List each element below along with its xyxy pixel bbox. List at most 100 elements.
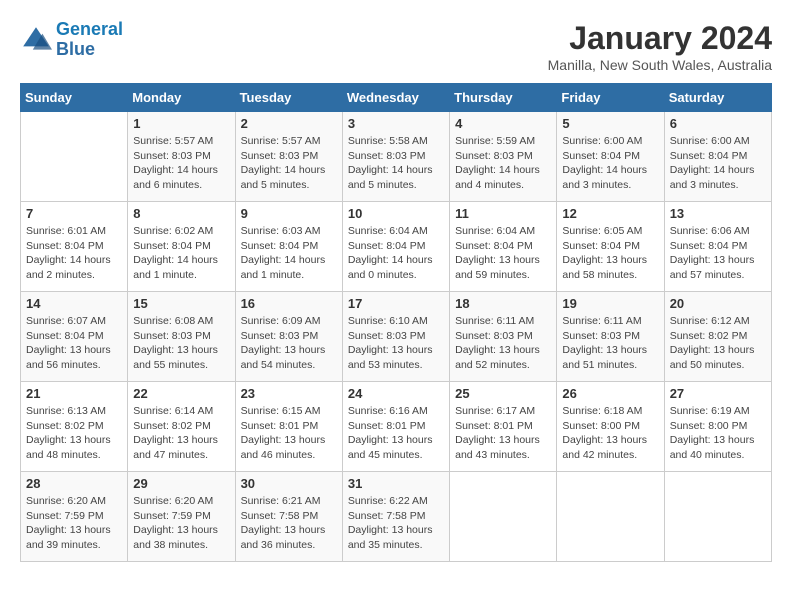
- header-thursday: Thursday: [450, 84, 557, 112]
- day-number: 2: [241, 116, 337, 131]
- calendar-header-row: SundayMondayTuesdayWednesdayThursdayFrid…: [21, 84, 772, 112]
- calendar-day: 18 Sunrise: 6:11 AM Sunset: 8:03 PM Dayli…: [450, 292, 557, 382]
- day-info: Sunrise: 6:22 AM Sunset: 7:58 PM Dayligh…: [348, 494, 444, 553]
- day-info: Sunrise: 6:04 AM Sunset: 8:04 PM Dayligh…: [348, 224, 444, 283]
- calendar-day: 8Sunrise: 6:02 AM Sunset: 8:04 PM Daylig…: [128, 202, 235, 292]
- calendar-day: 7 Sunrise: 6:01 AM Sunset: 8:04 PM Daylig…: [21, 202, 128, 292]
- calendar-week-row: 28 Sunrise: 6:20 AM Sunset: 7:59 PM Dayli…: [21, 472, 772, 562]
- day-info: Sunrise: 6:03 AM Sunset: 8:04 PM Dayligh…: [241, 224, 337, 283]
- day-number: 3: [348, 116, 444, 131]
- day-info: Sunrise: 6:10 AM Sunset: 8:03 PM Dayligh…: [348, 314, 444, 373]
- day-number: 26: [562, 386, 658, 401]
- calendar-week-row: 14 Sunrise: 6:07 AM Sunset: 8:04 PM Dayli…: [21, 292, 772, 382]
- header-tuesday: Tuesday: [235, 84, 342, 112]
- day-info: Sunrise: 6:11 AM Sunset: 8:03 PM Dayligh…: [455, 314, 551, 373]
- day-number: 12: [562, 206, 658, 221]
- day-info: Sunrise: 6:16 AM Sunset: 8:01 PM Dayligh…: [348, 404, 444, 463]
- day-info: Sunrise: 6:17 AM Sunset: 8:01 PM Dayligh…: [455, 404, 551, 463]
- day-info: Sunrise: 6:00 AM Sunset: 8:04 PM Dayligh…: [562, 134, 658, 193]
- header-saturday: Saturday: [664, 84, 771, 112]
- day-number: 6: [670, 116, 766, 131]
- day-number: 28: [26, 476, 122, 491]
- calendar-day: [664, 472, 771, 562]
- day-number: 15: [133, 296, 229, 311]
- day-number: 19: [562, 296, 658, 311]
- calendar-day: [450, 472, 557, 562]
- day-number: 24: [348, 386, 444, 401]
- calendar-week-row: 21 Sunrise: 6:13 AM Sunset: 8:02 PM Dayli…: [21, 382, 772, 472]
- day-number: 25: [455, 386, 551, 401]
- day-number: 10: [348, 206, 444, 221]
- month-title: January 2024: [548, 20, 772, 57]
- logo-text: General Blue: [56, 20, 123, 60]
- calendar-day: 21 Sunrise: 6:13 AM Sunset: 8:02 PM Dayli…: [21, 382, 128, 472]
- day-number: 18: [455, 296, 551, 311]
- day-info: Sunrise: 6:00 AM Sunset: 8:04 PM Dayligh…: [670, 134, 766, 193]
- calendar-day: 2 Sunrise: 5:57 AM Sunset: 8:03 PM Daylig…: [235, 112, 342, 202]
- calendar-day: [557, 472, 664, 562]
- day-info: Sunrise: 6:18 AM Sunset: 8:00 PM Dayligh…: [562, 404, 658, 463]
- calendar-week-row: 1 Sunrise: 5:57 AM Sunset: 8:03 PM Daylig…: [21, 112, 772, 202]
- day-number: 14: [26, 296, 122, 311]
- header-sunday: Sunday: [21, 84, 128, 112]
- calendar-day: 26 Sunrise: 6:18 AM Sunset: 8:00 PM Dayli…: [557, 382, 664, 472]
- day-info: Sunrise: 6:01 AM Sunset: 8:04 PM Dayligh…: [26, 224, 122, 283]
- day-info: Sunrise: 6:14 AM Sunset: 8:02 PM Dayligh…: [133, 404, 229, 463]
- header-friday: Friday: [557, 84, 664, 112]
- day-number: 13: [670, 206, 766, 221]
- calendar-day: 24 Sunrise: 6:16 AM Sunset: 8:01 PM Dayli…: [342, 382, 449, 472]
- day-info: Sunrise: 6:08 AM Sunset: 8:03 PM Dayligh…: [133, 314, 229, 373]
- calendar-day: 28 Sunrise: 6:20 AM Sunset: 7:59 PM Dayli…: [21, 472, 128, 562]
- title-block: January 2024 Manilla, New South Wales, A…: [548, 20, 772, 73]
- calendar-day: 4Sunrise: 5:59 AM Sunset: 8:03 PM Daylig…: [450, 112, 557, 202]
- calendar-day: 23 Sunrise: 6:15 AM Sunset: 8:01 PM Dayli…: [235, 382, 342, 472]
- day-number: 21: [26, 386, 122, 401]
- logo-icon: [20, 24, 52, 56]
- day-number: 23: [241, 386, 337, 401]
- calendar-day: 30 Sunrise: 6:21 AM Sunset: 7:58 PM Dayli…: [235, 472, 342, 562]
- logo-line1: General: [56, 19, 123, 39]
- calendar-day: 12 Sunrise: 6:05 AM Sunset: 8:04 PM Dayli…: [557, 202, 664, 292]
- day-info: Sunrise: 6:15 AM Sunset: 8:01 PM Dayligh…: [241, 404, 337, 463]
- day-info: Sunrise: 6:20 AM Sunset: 7:59 PM Dayligh…: [26, 494, 122, 553]
- day-info: Sunrise: 6:11 AM Sunset: 8:03 PM Dayligh…: [562, 314, 658, 373]
- calendar-day: 27 Sunrise: 6:19 AM Sunset: 8:00 PM Dayli…: [664, 382, 771, 472]
- calendar-day: 22Sunrise: 6:14 AM Sunset: 8:02 PM Dayli…: [128, 382, 235, 472]
- day-info: Sunrise: 6:09 AM Sunset: 8:03 PM Dayligh…: [241, 314, 337, 373]
- calendar-day: 19 Sunrise: 6:11 AM Sunset: 8:03 PM Dayli…: [557, 292, 664, 382]
- logo-line2: Blue: [56, 39, 95, 59]
- day-info: Sunrise: 6:13 AM Sunset: 8:02 PM Dayligh…: [26, 404, 122, 463]
- calendar-day: 13Sunrise: 6:06 AM Sunset: 8:04 PM Dayli…: [664, 202, 771, 292]
- day-info: Sunrise: 6:05 AM Sunset: 8:04 PM Dayligh…: [562, 224, 658, 283]
- calendar-week-row: 7 Sunrise: 6:01 AM Sunset: 8:04 PM Daylig…: [21, 202, 772, 292]
- day-number: 30: [241, 476, 337, 491]
- day-number: 31: [348, 476, 444, 491]
- day-info: Sunrise: 6:04 AM Sunset: 8:04 PM Dayligh…: [455, 224, 551, 283]
- calendar-day: 29Sunrise: 6:20 AM Sunset: 7:59 PM Dayli…: [128, 472, 235, 562]
- calendar-day: 6 Sunrise: 6:00 AM Sunset: 8:04 PM Daylig…: [664, 112, 771, 202]
- day-number: 20: [670, 296, 766, 311]
- calendar-day: 16Sunrise: 6:09 AM Sunset: 8:03 PM Dayli…: [235, 292, 342, 382]
- day-info: Sunrise: 6:07 AM Sunset: 8:04 PM Dayligh…: [26, 314, 122, 373]
- day-info: Sunrise: 5:57 AM Sunset: 8:03 PM Dayligh…: [133, 134, 229, 193]
- day-number: 17: [348, 296, 444, 311]
- calendar-day: 10 Sunrise: 6:04 AM Sunset: 8:04 PM Dayli…: [342, 202, 449, 292]
- day-info: Sunrise: 5:57 AM Sunset: 8:03 PM Dayligh…: [241, 134, 337, 193]
- day-number: 5: [562, 116, 658, 131]
- day-number: 7: [26, 206, 122, 221]
- day-info: Sunrise: 6:02 AM Sunset: 8:04 PM Dayligh…: [133, 224, 229, 283]
- day-number: 11: [455, 206, 551, 221]
- calendar-day: 14 Sunrise: 6:07 AM Sunset: 8:04 PM Dayli…: [21, 292, 128, 382]
- day-number: 29: [133, 476, 229, 491]
- calendar-day: [21, 112, 128, 202]
- day-info: Sunrise: 6:21 AM Sunset: 7:58 PM Dayligh…: [241, 494, 337, 553]
- day-info: Sunrise: 6:19 AM Sunset: 8:00 PM Dayligh…: [670, 404, 766, 463]
- day-number: 27: [670, 386, 766, 401]
- header-wednesday: Wednesday: [342, 84, 449, 112]
- location: Manilla, New South Wales, Australia: [548, 57, 772, 73]
- calendar-day: 3Sunrise: 5:58 AM Sunset: 8:03 PM Daylig…: [342, 112, 449, 202]
- logo: General Blue: [20, 20, 123, 60]
- header-monday: Monday: [128, 84, 235, 112]
- calendar-day: 9Sunrise: 6:03 AM Sunset: 8:04 PM Daylig…: [235, 202, 342, 292]
- day-number: 1: [133, 116, 229, 131]
